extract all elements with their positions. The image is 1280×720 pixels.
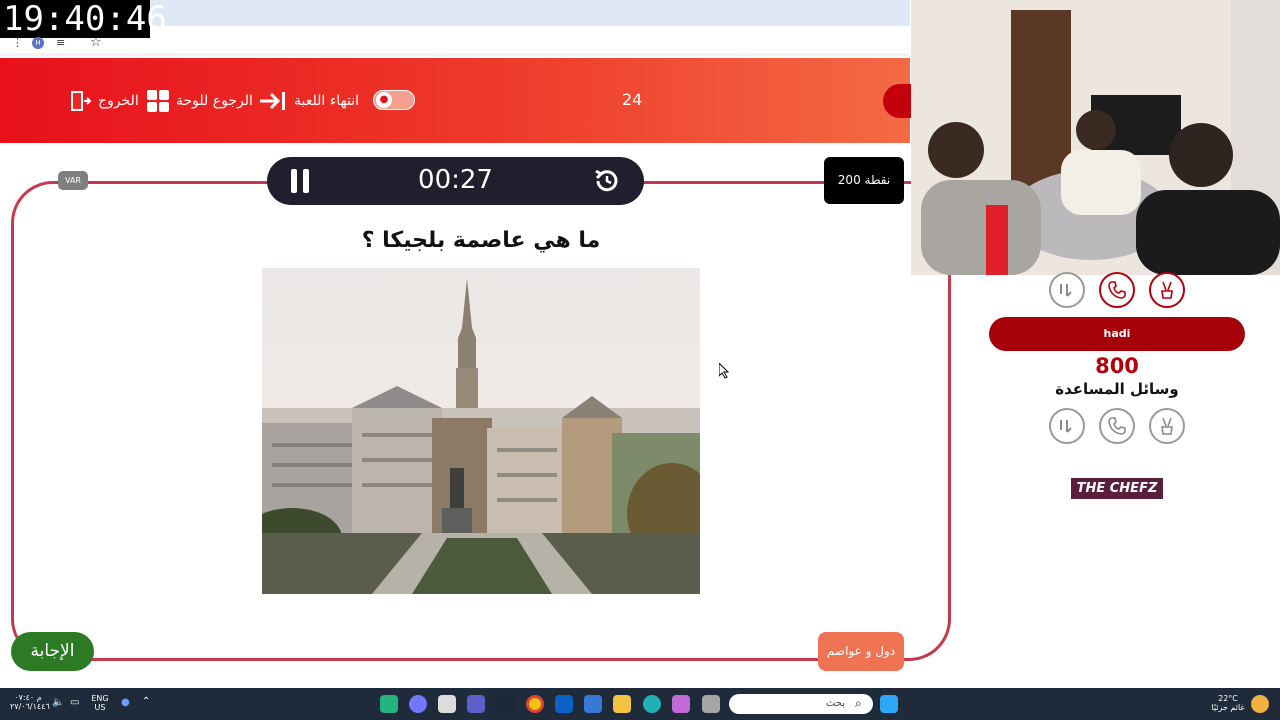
profile-avatar[interactable]: H [32, 37, 44, 49]
team-score: 800 [1095, 354, 1139, 378]
round-number: 24 [622, 90, 643, 109]
taskbar-time: م ٠٧:٤٠ [14, 693, 42, 702]
end-game-label: انتهاء اللعبة [294, 93, 360, 109]
exit-icon [71, 91, 92, 111]
bookmark-star-icon[interactable]: ☆ [90, 35, 102, 50]
overlay-clock: 19:40:46 [0, 0, 167, 38]
language-bottom: US [94, 703, 106, 712]
windows-taskbar [0, 688, 1280, 720]
call-friend-aid-2[interactable] [1099, 408, 1135, 444]
exit-label: الخروج [98, 93, 139, 109]
network-icon[interactable]: ▭ [70, 698, 79, 708]
steam-icon[interactable] [496, 695, 514, 713]
file-explorer-icon[interactable] [613, 695, 631, 713]
category-button[interactable]: دول و عواصم [818, 632, 904, 671]
peace-aid-2[interactable] [1149, 408, 1185, 444]
app-icon-11[interactable] [702, 695, 720, 713]
browser-divider [0, 53, 910, 56]
two-answers-icon [1060, 284, 1072, 297]
windows-start-icon[interactable] [880, 695, 898, 713]
weather-text: غائم جزئيًا [1211, 703, 1245, 712]
board-grid-icon [147, 90, 169, 112]
question-text: ما هي عاصمة بلجيكا ؟ [361, 228, 601, 253]
board-label: الرجوع للوحة [176, 93, 253, 109]
peace-hand-icon [1161, 281, 1173, 299]
weather-temp: 22°C [1218, 694, 1238, 703]
call-friend-aid[interactable] [1099, 272, 1135, 308]
phone-icon [1108, 281, 1126, 299]
toggle-knob: ● [376, 92, 392, 108]
points-badge: 200 نقطة [824, 157, 904, 204]
two-answers-icon [1060, 420, 1072, 433]
speaker-icon[interactable]: 🔈 [52, 698, 64, 708]
exit-button[interactable]: الخروج [68, 88, 139, 114]
answer-button[interactable]: الإجابة [11, 632, 94, 671]
end-game-icon [260, 92, 285, 110]
copilot-icon[interactable] [672, 695, 690, 713]
back-to-board-button[interactable]: الرجوع للوحة [146, 88, 253, 114]
teams-icon[interactable] [467, 695, 485, 713]
timer-bar: 00:27 [267, 157, 644, 205]
phone-icon [1108, 417, 1126, 435]
language-top: ENG [91, 694, 109, 703]
peace-hand-icon [1161, 417, 1173, 435]
team-name-bar: hadi [989, 317, 1245, 351]
sponsor-logo: THE CHEFZ [1071, 478, 1163, 499]
end-game-button[interactable]: انتهاء اللعبة [258, 88, 359, 114]
reset-icon[interactable] [592, 166, 622, 196]
toggle-switch[interactable]: ● [373, 90, 415, 110]
peace-aid[interactable] [1149, 272, 1185, 308]
weather-widget[interactable]: 22°C غائم جزئيًا [1210, 694, 1246, 712]
chrome-icon[interactable] [526, 695, 544, 713]
app-icon-1[interactable] [380, 695, 398, 713]
question-image [262, 268, 700, 594]
language-indicator[interactable]: ENG US [88, 694, 112, 712]
weather-icon [1251, 695, 1269, 713]
mouse-cursor-icon [719, 363, 730, 379]
outlook-icon[interactable] [555, 695, 573, 713]
reading-list-icon[interactable]: ≡ [56, 36, 65, 49]
taskbar-clock: م ٠٧:٤٠ ٢٧/٠٦/١٤٤٦ [10, 693, 50, 711]
taskbar-date: ٢٧/٠٦/١٤٤٦ [10, 702, 50, 711]
store-icon[interactable] [584, 695, 602, 713]
chevron-up-icon[interactable]: ⌃ [142, 697, 150, 707]
taskbar-search[interactable]: بحث [729, 694, 873, 714]
two-answers-aid-2[interactable] [1049, 408, 1085, 444]
var-button[interactable]: VAR [58, 171, 88, 190]
aids-label: وسائل المساعدة [1055, 380, 1179, 398]
webcam-feed [911, 0, 1280, 275]
timer-text: 00:27 [418, 165, 493, 195]
edge-icon[interactable] [643, 695, 661, 713]
app-icon-3[interactable] [438, 695, 456, 713]
discord-icon[interactable] [409, 695, 427, 713]
microphone-icon[interactable]: ● [121, 698, 130, 708]
menu-icon[interactable]: ⋮ [12, 36, 23, 49]
search-icon: ⌕ [855, 696, 862, 710]
two-answers-aid[interactable] [1049, 272, 1085, 308]
